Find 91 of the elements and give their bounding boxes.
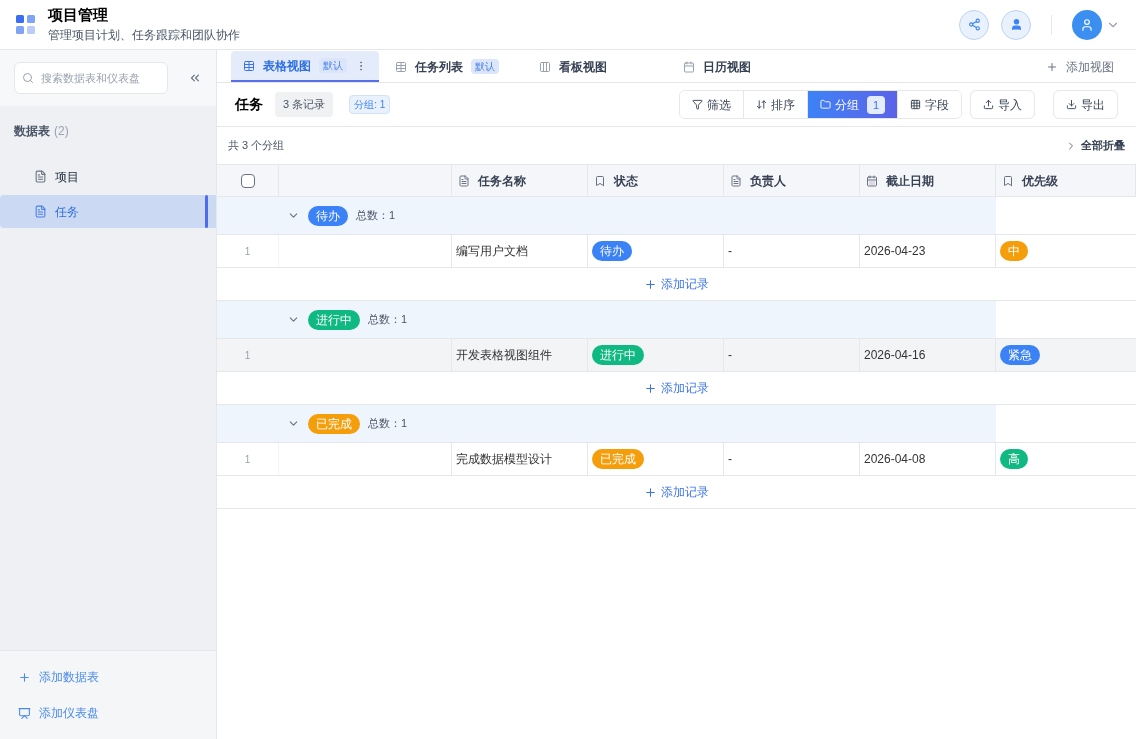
group-total: 总数：1 <box>368 416 408 432</box>
table-cell-text: 编写用户文档 <box>456 243 528 260</box>
collapse-all-button[interactable]: 全部折叠 <box>1065 137 1125 154</box>
app-logo-icon <box>16 14 36 35</box>
user-button[interactable] <box>1001 9 1031 40</box>
group-tag: 待办 <box>308 205 348 226</box>
column-header[interactable]: 优先级 <box>996 165 1136 196</box>
plus-icon <box>644 485 657 499</box>
status-tag: 进行中 <box>592 345 644 365</box>
table-cell-text: 2026-04-23 <box>864 243 926 260</box>
document-icon <box>458 174 470 187</box>
default-badge: 默认 <box>471 59 499 74</box>
add-record-button[interactable]: 添加记录 <box>644 379 709 397</box>
table-title: 任务 <box>235 95 263 114</box>
view-tab[interactable]: 任务列表 默认 <box>383 51 523 82</box>
view-tab[interactable]: 表格视图 默认 <box>231 51 379 82</box>
sort-icon <box>755 99 767 110</box>
add-record-button[interactable]: 添加记录 <box>644 483 709 501</box>
group-icon <box>819 99 831 110</box>
add-record-button[interactable]: 添加记录 <box>644 275 709 293</box>
board-icon <box>18 706 31 720</box>
default-badge: 默认 <box>319 58 347 73</box>
column-header[interactable]: 截止日期 <box>860 165 996 196</box>
search-icon <box>22 72 34 84</box>
bookmark-icon <box>594 174 606 187</box>
table-cell-text: 2026-04-16 <box>864 347 926 364</box>
user-icon <box>1080 17 1094 32</box>
table-icon <box>395 60 407 73</box>
share-icon <box>967 18 981 31</box>
add-view-button[interactable]: 添加视图 <box>1046 51 1122 82</box>
calendar-icon <box>683 60 695 73</box>
search-field[interactable]: 搜索数据表和仪表盘 <box>14 62 169 94</box>
sidebar-item[interactable]: 项目 <box>0 160 216 193</box>
status-tag: 已完成 <box>592 449 644 469</box>
group-header[interactable]: 进行中 总数：1 <box>217 301 996 338</box>
filter-icon <box>691 99 703 110</box>
column-header[interactable]: 状态 <box>588 165 724 196</box>
document-icon <box>34 170 47 183</box>
row-number: 1 <box>244 348 251 363</box>
table-cell-text: - <box>728 451 732 468</box>
toolbar-button[interactable]: 字段 <box>897 91 961 118</box>
import-button[interactable]: 导入 <box>970 90 1035 119</box>
record-count: 3 条记录 <box>275 92 334 117</box>
group-tag: 已完成 <box>308 413 360 434</box>
share-button[interactable] <box>959 9 989 40</box>
select-all-checkbox[interactable] <box>240 173 255 188</box>
row-number: 1 <box>244 244 251 259</box>
group-tag: 分组: 1 <box>349 95 391 114</box>
user-icon <box>1009 18 1023 31</box>
avatar[interactable] <box>1072 9 1102 40</box>
export-button[interactable]: 导出 <box>1053 90 1118 119</box>
plus-icon <box>644 381 657 395</box>
toolbar-button[interactable]: 分组 1 <box>806 91 897 118</box>
app-title: 项目管理 <box>48 4 109 25</box>
collapse-sidebar-icon[interactable] <box>188 71 202 85</box>
group-total: 总数：1 <box>368 312 408 328</box>
table-cell-text: 开发表格视图组件 <box>456 347 552 364</box>
table-icon <box>243 59 255 72</box>
plus-icon <box>644 277 657 291</box>
section-count: (2) <box>54 123 69 140</box>
priority-tag: 高 <box>1000 449 1028 469</box>
column-header[interactable]: 任务名称 <box>452 165 588 196</box>
section-label: 数据表 <box>14 123 50 140</box>
upload-icon <box>983 99 994 110</box>
group-header[interactable]: 待办 总数：1 <box>217 197 996 234</box>
count-badge: 1 <box>866 95 885 114</box>
status-tag: 待办 <box>592 241 632 261</box>
view-tab[interactable]: 看板视图 <box>527 51 667 82</box>
row-number: 1 <box>244 452 251 467</box>
calendar-icon <box>866 174 878 187</box>
table-cell-text: - <box>728 347 732 364</box>
plus-icon <box>1046 60 1058 73</box>
group-tag: 进行中 <box>308 309 360 330</box>
document-icon <box>730 174 742 187</box>
group-total: 总数：1 <box>356 208 396 224</box>
app-subtitle: 管理项目计划、任务跟踪和团队协作 <box>48 26 240 44</box>
view-tab[interactable]: 日历视图 <box>671 51 811 82</box>
table-cell-text: 2026-04-08 <box>864 451 926 468</box>
document-icon <box>34 205 47 218</box>
priority-tag: 紧急 <box>1000 345 1040 365</box>
table-cell-text: - <box>728 243 732 260</box>
bookmark-icon <box>1002 174 1014 187</box>
plus-icon <box>18 670 31 684</box>
priority-tag: 中 <box>1000 241 1028 261</box>
download-icon <box>1066 99 1077 110</box>
fields-icon <box>910 99 921 110</box>
columns-icon <box>539 60 551 73</box>
group-header[interactable]: 已完成 总数：1 <box>217 405 996 442</box>
group-summary: 共 3 个分组 <box>228 138 285 154</box>
table-cell-text: 完成数据模型设计 <box>456 451 552 468</box>
column-header[interactable]: 负责人 <box>724 165 860 196</box>
